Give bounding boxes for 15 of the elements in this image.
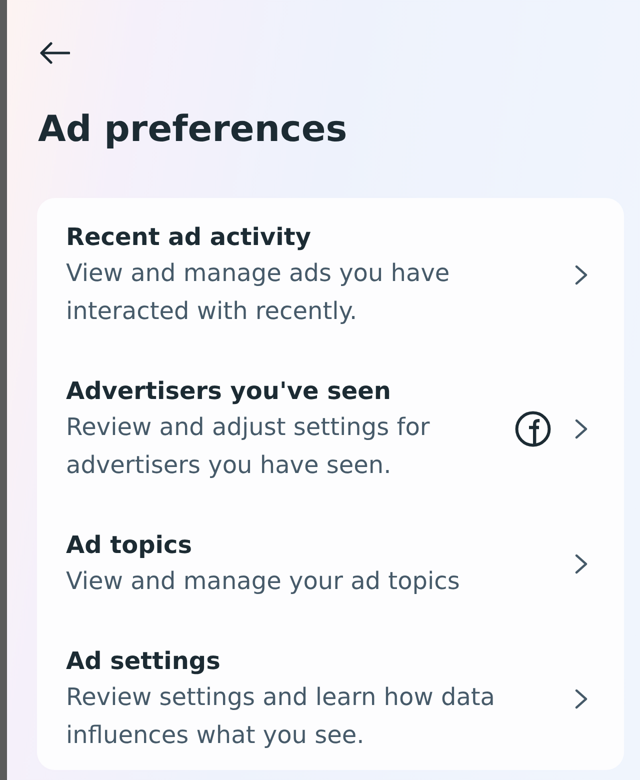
- setting-description: Review and adjust settings for advertisers you have seen.: [66, 412, 431, 481]
- chevron-right-icon[interactable]: [575, 689, 588, 709]
- setting-description: View and manage your ad topics: [66, 566, 461, 597]
- chevron-right-icon[interactable]: [575, 265, 588, 285]
- setting-description: Review settings and learn how data influences what you see.: [66, 682, 496, 751]
- setting-description: View and manage ads you have interacted with recently.: [66, 258, 451, 327]
- chevron-right-icon[interactable]: [575, 554, 588, 574]
- setting-title[interactable]: Ad topics: [66, 528, 551, 562]
- facebook-icon: [515, 411, 551, 447]
- back-arrow-icon[interactable]: [40, 42, 70, 64]
- setting-title[interactable]: Recent ad activity: [66, 220, 551, 254]
- setting-title[interactable]: Ad settings: [66, 644, 551, 678]
- chevron-right-icon[interactable]: [575, 419, 588, 439]
- setting-title[interactable]: Advertisers you've seen: [66, 374, 491, 408]
- page-title: Ad preferences: [38, 108, 348, 152]
